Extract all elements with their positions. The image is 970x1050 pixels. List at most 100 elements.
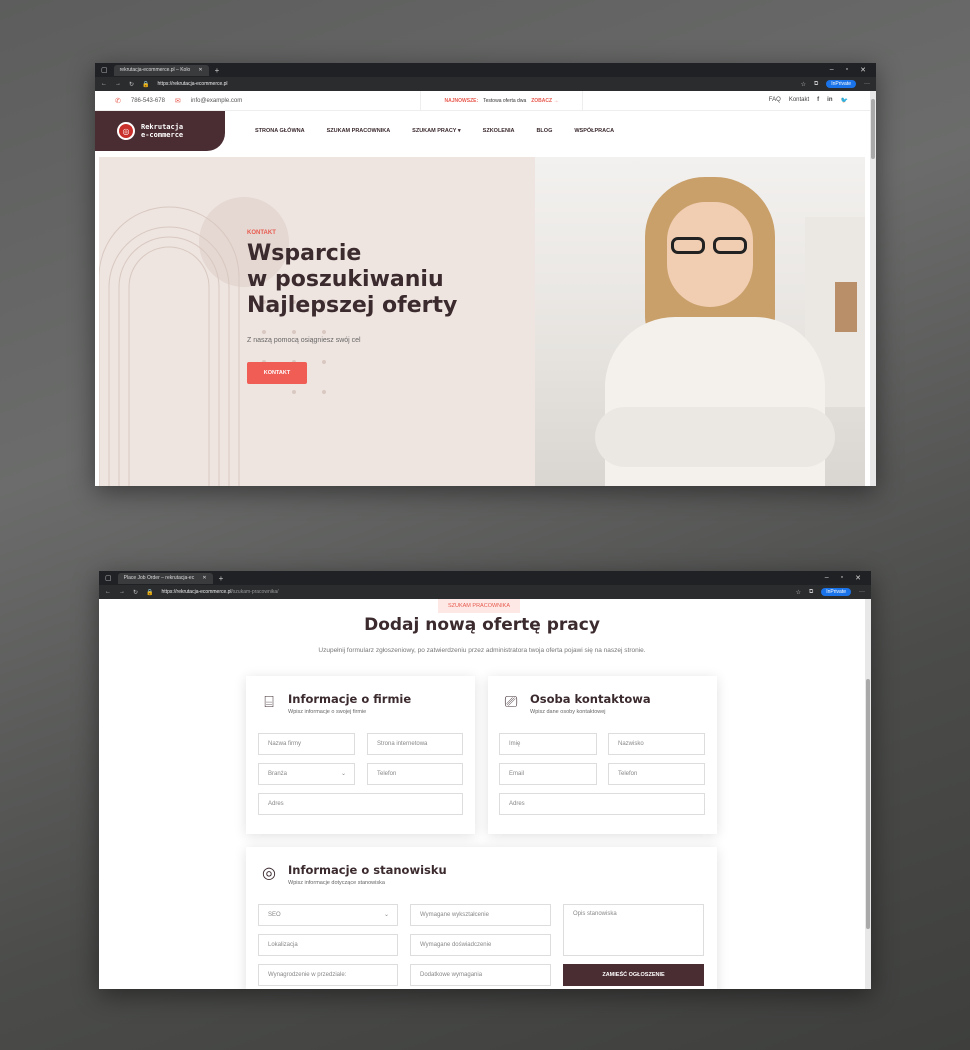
category-value: SEO — [268, 912, 281, 918]
menu-item-home[interactable]: STRONA GŁÓWNA — [255, 128, 305, 134]
hero-title-line3: Najlepszej oferty — [247, 293, 458, 318]
menu-item-jobs[interactable]: SZUKAM PRACY ▾ — [412, 128, 461, 134]
new-tab-icon[interactable]: + — [219, 574, 224, 583]
close-window-icon[interactable]: ✕ — [860, 66, 866, 74]
faq-link[interactable]: FAQ — [769, 97, 781, 104]
inprivate-badge[interactable]: InPrivate — [821, 588, 851, 596]
site-logo[interactable]: ◎ Rekrutacja e-commerce — [95, 111, 225, 151]
target-logo-icon: ◎ — [117, 122, 135, 140]
inprivate-badge[interactable]: InPrivate — [826, 80, 856, 88]
tab-title: Place Job Order – rekrutacja-ec — [123, 575, 195, 581]
news-link[interactable]: ZOBACZ → — [531, 98, 558, 104]
window-controls: – ▫ ✕ — [825, 574, 865, 582]
forward-icon[interactable]: → — [115, 81, 121, 87]
url-field[interactable]: https://rekrutacja-ecommerce.pl/szukam-p… — [162, 589, 279, 595]
contact-card: ⎚ Osoba kontaktowa Wpisz dane osoby konta… — [488, 676, 717, 834]
maximize-icon[interactable]: ▫ — [841, 574, 843, 582]
contact-subtitle: Wpisz dane osoby kontaktowej — [530, 709, 606, 715]
position-subtitle: Wpisz informacje dotyczące stanowiska — [288, 880, 385, 886]
news-ticker: NAJNOWSZE: Testowa oferta dwa ZOBACZ → — [420, 91, 583, 111]
scrollbar[interactable] — [865, 599, 871, 989]
tab-title: rekrutacja-ecommerce.pl – Kolo — [119, 67, 191, 73]
menu-item-employer[interactable]: SZUKAM PRACOWNIKA — [327, 128, 391, 134]
company-name-input[interactable]: Nazwa firmy — [258, 733, 355, 755]
website-input[interactable]: Strona internetowa — [367, 733, 463, 755]
industry-select[interactable]: Branża ⌄ — [258, 763, 355, 785]
contact-person-icon: ⎚ — [504, 694, 518, 711]
extra-requirements-input[interactable]: Dodatkowe wymagania — [410, 964, 551, 986]
twitter-icon[interactable]: 🐦 — [841, 97, 848, 104]
menu-item-training[interactable]: SZKOLENIA — [483, 128, 515, 134]
url-field[interactable]: https://rekrutacja-ecommerce.pl — [158, 81, 228, 87]
top-right-links: FAQ Kontakt f in 🐦 — [769, 97, 848, 104]
education-input[interactable]: Wymagane wykształcenie — [410, 904, 551, 926]
url-path: /szukam-pracownika/ — [231, 589, 279, 595]
logo-line2: e-commerce — [141, 131, 184, 139]
description-textarea[interactable]: Opis stanowiska — [563, 904, 704, 956]
favorite-icon[interactable]: ☆ — [796, 589, 801, 596]
browser-window-home: ▢ rekrutacja-ecommerce.pl – Kolo ✕ + – ▫… — [95, 63, 876, 486]
hero-kicker: KONTAKT — [247, 230, 276, 236]
menu: STRONA GŁÓWNA SZUKAM PRACOWNIKA SZUKAM P… — [255, 128, 614, 134]
close-tab-icon[interactable]: ✕ — [202, 575, 206, 581]
email-address[interactable]: info@example.com — [191, 98, 242, 104]
refresh-icon[interactable]: ↻ — [133, 589, 138, 596]
tab-bar: ▢ rekrutacja-ecommerce.pl – Kolo ✕ + – ▫… — [95, 63, 876, 77]
location-input[interactable]: Lokalizacja — [258, 934, 398, 956]
contact-address-input[interactable]: Adres — [499, 793, 705, 815]
new-tab-icon[interactable]: + — [215, 66, 220, 75]
tab-home[interactable]: rekrutacja-ecommerce.pl – Kolo ✕ — [113, 64, 209, 76]
submit-job-button[interactable]: ZAMIEŚĆ OGŁOSZENIE — [563, 964, 704, 986]
forward-icon[interactable]: → — [119, 589, 125, 595]
hero-contact-button[interactable]: KONTAKT — [247, 362, 307, 384]
last-name-input[interactable]: Nazwisko — [608, 733, 705, 755]
menu-item-cooperation[interactable]: WSPÓŁPRACA — [574, 128, 614, 134]
news-text[interactable]: Testowa oferta dwa — [483, 98, 526, 104]
first-name-input[interactable]: Imię — [499, 733, 597, 755]
email-input[interactable]: Email — [499, 763, 597, 785]
company-address-input[interactable]: Adres — [258, 793, 463, 815]
hero-photo — [535, 157, 865, 486]
contact-title: Osoba kontaktowa — [530, 692, 651, 706]
favorite-icon[interactable]: ☆ — [801, 81, 806, 88]
browser-window-form: ▢ Place Job Order – rekrutacja-ec ✕ + – … — [99, 571, 871, 989]
position-card: ◎ Informacje o stanowisku Wpisz informacj… — [246, 847, 717, 989]
maximize-icon[interactable]: ▫ — [846, 66, 848, 74]
linkedin-icon[interactable]: in — [827, 97, 832, 104]
back-icon[interactable]: ← — [101, 81, 107, 87]
hero-title: Wsparcie w poszukiwaniu Najlepszej ofert… — [247, 241, 457, 319]
collections-icon[interactable]: ⧉ — [809, 589, 813, 596]
salary-input[interactable]: Wynagrodzenie w przedziale: — [258, 964, 398, 986]
contact-link[interactable]: Kontakt — [789, 97, 809, 104]
back-icon[interactable]: ← — [105, 589, 111, 595]
more-icon[interactable]: ··· — [859, 589, 865, 595]
chevron-down-icon: ⌄ — [340, 771, 346, 777]
collections-icon[interactable]: ⧉ — [814, 81, 818, 88]
category-select[interactable]: SEO ⌄ — [258, 904, 398, 926]
tab-form[interactable]: Place Job Order – rekrutacja-ec ✕ — [117, 572, 213, 584]
minimize-icon[interactable]: – — [830, 66, 834, 74]
contact-phone-input[interactable]: Telefon — [608, 763, 705, 785]
workspaces-icon[interactable]: ▢ — [105, 574, 112, 582]
close-window-icon[interactable]: ✕ — [855, 574, 861, 582]
office-desk-icon: ⌸ — [264, 694, 274, 711]
lock-icon: 🔒 — [142, 81, 150, 88]
facebook-icon[interactable]: f — [817, 97, 819, 104]
hero-title-line1: Wsparcie — [247, 241, 362, 266]
scrollbar[interactable] — [870, 91, 876, 486]
form-title: Dodaj nową ofertę pracy — [364, 615, 600, 635]
phone-number[interactable]: 786-543-678 — [131, 98, 165, 104]
email-icon: ✉ — [174, 97, 181, 105]
window-controls: – ▫ ✕ — [830, 66, 870, 74]
menu-item-blog[interactable]: BLOG — [536, 128, 552, 134]
more-icon[interactable]: ··· — [864, 81, 870, 87]
close-tab-icon[interactable]: ✕ — [198, 67, 202, 73]
refresh-icon[interactable]: ↻ — [129, 81, 134, 88]
experience-input[interactable]: Wymagane doświadczenie — [410, 934, 551, 956]
hero-section: KONTAKT Wsparcie w poszukiwaniu Najlepsz… — [99, 157, 865, 486]
company-phone-input[interactable]: Telefon — [367, 763, 463, 785]
minimize-icon[interactable]: – — [825, 574, 829, 582]
workspaces-icon[interactable]: ▢ — [101, 66, 108, 74]
target-icon: ◎ — [262, 865, 276, 882]
company-card: ⌸ Informacje o firmie Wpisz informacje o … — [246, 676, 475, 834]
